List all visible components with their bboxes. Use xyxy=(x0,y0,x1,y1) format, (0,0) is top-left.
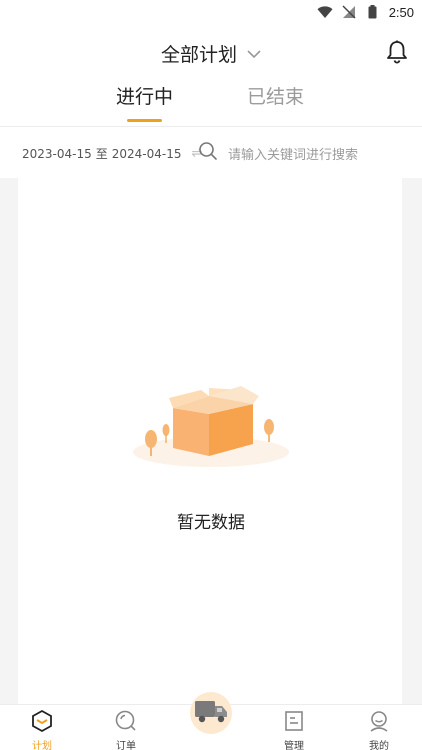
order-icon xyxy=(114,709,138,733)
tab-in-progress[interactable]: 进行中 xyxy=(116,82,173,109)
nav-item-order[interactable]: 订单 xyxy=(96,709,156,750)
battery-icon xyxy=(365,5,381,19)
tab-finished[interactable]: 已结束 xyxy=(247,82,304,109)
nav-item-profile[interactable]: 我的 xyxy=(349,709,409,750)
empty-box-illustration xyxy=(131,382,291,468)
nav-item-plan[interactable]: 计划 xyxy=(12,709,72,750)
search-field[interactable]: 请输入关键词进行搜索 xyxy=(198,141,358,165)
date-range-picker[interactable]: 2023-04-15 至 2024-04-15 ⇌ xyxy=(22,145,202,162)
status-time: 2:50 xyxy=(388,4,414,20)
manage-icon xyxy=(282,709,306,733)
date-start: 2023-04-15 xyxy=(22,146,92,161)
empty-state-text: 暂无数据 xyxy=(177,513,245,533)
filter-row: 2023-04-15 至 2024-04-15 ⇌ 请输入关键词进行搜索 xyxy=(0,127,422,178)
bell-icon[interactable] xyxy=(386,40,408,64)
wifi-icon xyxy=(317,5,333,19)
nav-label-plan: 计划 xyxy=(32,741,52,750)
nav-label-order: 订单 xyxy=(116,741,136,750)
plan-icon xyxy=(30,709,54,733)
nav-item-manage[interactable]: 管理 xyxy=(264,709,324,750)
search-input[interactable]: 请输入关键词进行搜索 xyxy=(228,144,358,163)
nav-label-manage: 管理 xyxy=(284,741,304,750)
plan-filter-dropdown[interactable]: 全部计划 xyxy=(0,40,422,67)
search-icon xyxy=(198,141,218,165)
chevron-down-icon xyxy=(247,44,261,63)
date-end: 2024-04-15 xyxy=(111,146,182,161)
profile-icon xyxy=(367,709,391,733)
nav-label-profile: 我的 xyxy=(369,741,389,750)
status-tabs: 进行中 已结束 xyxy=(0,78,422,124)
tab-indicator xyxy=(127,119,162,122)
status-bar: 2:50 xyxy=(0,0,422,24)
nav-item-truck[interactable] xyxy=(190,692,232,734)
no-signal-icon xyxy=(341,5,357,19)
page-title: 全部计划 xyxy=(160,44,237,66)
date-separator: 至 xyxy=(95,147,108,161)
truck-icon xyxy=(194,698,228,728)
header: 全部计划 xyxy=(0,24,422,78)
